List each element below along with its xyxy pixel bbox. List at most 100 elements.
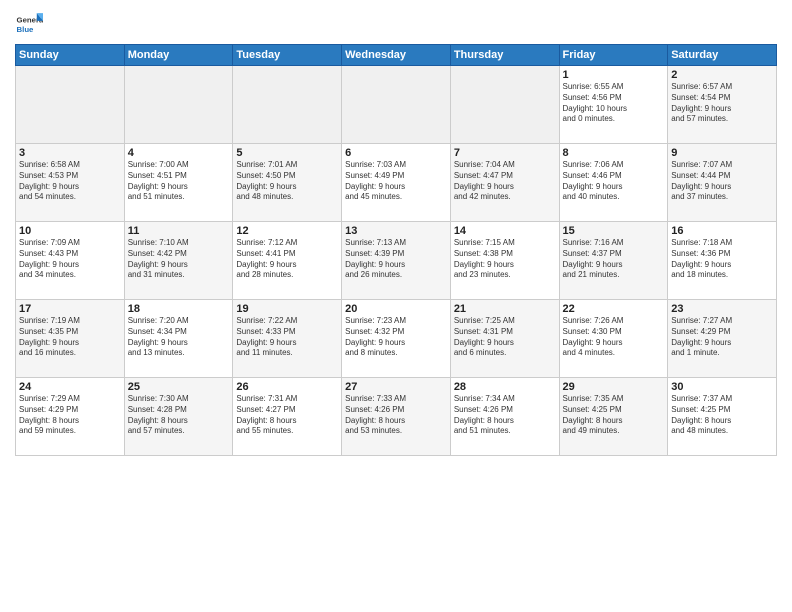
calendar-cell: 20Sunrise: 7:23 AM Sunset: 4:32 PM Dayli…	[342, 300, 451, 378]
weekday-header-tuesday: Tuesday	[233, 45, 342, 66]
day-number: 14	[454, 225, 556, 237]
day-number: 20	[345, 303, 447, 315]
weekday-header-monday: Monday	[124, 45, 233, 66]
day-info: Sunrise: 7:27 AM Sunset: 4:29 PM Dayligh…	[671, 316, 773, 359]
calendar-cell: 2Sunrise: 6:57 AM Sunset: 4:54 PM Daylig…	[668, 66, 777, 144]
calendar-table: SundayMondayTuesdayWednesdayThursdayFrid…	[15, 44, 777, 456]
calendar-cell: 16Sunrise: 7:18 AM Sunset: 4:36 PM Dayli…	[668, 222, 777, 300]
day-number: 26	[236, 381, 338, 393]
calendar-cell: 8Sunrise: 7:06 AM Sunset: 4:46 PM Daylig…	[559, 144, 668, 222]
calendar-cell: 1Sunrise: 6:55 AM Sunset: 4:56 PM Daylig…	[559, 66, 668, 144]
calendar-cell: 27Sunrise: 7:33 AM Sunset: 4:26 PM Dayli…	[342, 378, 451, 456]
calendar-cell	[450, 66, 559, 144]
day-number: 16	[671, 225, 773, 237]
day-number: 29	[563, 381, 665, 393]
calendar-cell: 23Sunrise: 7:27 AM Sunset: 4:29 PM Dayli…	[668, 300, 777, 378]
day-info: Sunrise: 7:09 AM Sunset: 4:43 PM Dayligh…	[19, 238, 121, 281]
calendar-cell	[342, 66, 451, 144]
day-info: Sunrise: 7:16 AM Sunset: 4:37 PM Dayligh…	[563, 238, 665, 281]
calendar-cell: 24Sunrise: 7:29 AM Sunset: 4:29 PM Dayli…	[16, 378, 125, 456]
day-info: Sunrise: 7:37 AM Sunset: 4:25 PM Dayligh…	[671, 394, 773, 437]
day-number: 8	[563, 147, 665, 159]
day-number: 28	[454, 381, 556, 393]
calendar-cell: 11Sunrise: 7:10 AM Sunset: 4:42 PM Dayli…	[124, 222, 233, 300]
day-number: 10	[19, 225, 121, 237]
calendar-cell	[124, 66, 233, 144]
weekday-header-row: SundayMondayTuesdayWednesdayThursdayFrid…	[16, 45, 777, 66]
calendar-cell: 19Sunrise: 7:22 AM Sunset: 4:33 PM Dayli…	[233, 300, 342, 378]
day-info: Sunrise: 7:22 AM Sunset: 4:33 PM Dayligh…	[236, 316, 338, 359]
calendar-cell: 29Sunrise: 7:35 AM Sunset: 4:25 PM Dayli…	[559, 378, 668, 456]
calendar-cell: 22Sunrise: 7:26 AM Sunset: 4:30 PM Dayli…	[559, 300, 668, 378]
calendar-cell: 4Sunrise: 7:00 AM Sunset: 4:51 PM Daylig…	[124, 144, 233, 222]
calendar-cell: 5Sunrise: 7:01 AM Sunset: 4:50 PM Daylig…	[233, 144, 342, 222]
calendar-week-3: 10Sunrise: 7:09 AM Sunset: 4:43 PM Dayli…	[16, 222, 777, 300]
day-info: Sunrise: 7:12 AM Sunset: 4:41 PM Dayligh…	[236, 238, 338, 281]
calendar-cell: 25Sunrise: 7:30 AM Sunset: 4:28 PM Dayli…	[124, 378, 233, 456]
logo: General Blue	[15, 10, 45, 38]
day-info: Sunrise: 7:13 AM Sunset: 4:39 PM Dayligh…	[345, 238, 447, 281]
calendar-week-4: 17Sunrise: 7:19 AM Sunset: 4:35 PM Dayli…	[16, 300, 777, 378]
calendar-cell: 15Sunrise: 7:16 AM Sunset: 4:37 PM Dayli…	[559, 222, 668, 300]
calendar-cell: 13Sunrise: 7:13 AM Sunset: 4:39 PM Dayli…	[342, 222, 451, 300]
day-number: 4	[128, 147, 230, 159]
calendar-cell	[233, 66, 342, 144]
day-info: Sunrise: 7:15 AM Sunset: 4:38 PM Dayligh…	[454, 238, 556, 281]
day-info: Sunrise: 7:20 AM Sunset: 4:34 PM Dayligh…	[128, 316, 230, 359]
day-info: Sunrise: 7:23 AM Sunset: 4:32 PM Dayligh…	[345, 316, 447, 359]
svg-text:Blue: Blue	[17, 25, 35, 34]
calendar-cell	[16, 66, 125, 144]
day-number: 12	[236, 225, 338, 237]
day-info: Sunrise: 6:58 AM Sunset: 4:53 PM Dayligh…	[19, 160, 121, 203]
day-number: 23	[671, 303, 773, 315]
day-info: Sunrise: 7:07 AM Sunset: 4:44 PM Dayligh…	[671, 160, 773, 203]
day-info: Sunrise: 7:30 AM Sunset: 4:28 PM Dayligh…	[128, 394, 230, 437]
weekday-header-saturday: Saturday	[668, 45, 777, 66]
weekday-header-wednesday: Wednesday	[342, 45, 451, 66]
calendar-cell: 18Sunrise: 7:20 AM Sunset: 4:34 PM Dayli…	[124, 300, 233, 378]
logo-icon: General Blue	[15, 10, 43, 38]
day-number: 15	[563, 225, 665, 237]
calendar-cell: 21Sunrise: 7:25 AM Sunset: 4:31 PM Dayli…	[450, 300, 559, 378]
calendar-cell: 26Sunrise: 7:31 AM Sunset: 4:27 PM Dayli…	[233, 378, 342, 456]
day-info: Sunrise: 7:34 AM Sunset: 4:26 PM Dayligh…	[454, 394, 556, 437]
calendar-cell: 14Sunrise: 7:15 AM Sunset: 4:38 PM Dayli…	[450, 222, 559, 300]
day-number: 24	[19, 381, 121, 393]
day-info: Sunrise: 7:29 AM Sunset: 4:29 PM Dayligh…	[19, 394, 121, 437]
day-number: 22	[563, 303, 665, 315]
day-number: 30	[671, 381, 773, 393]
weekday-header-sunday: Sunday	[16, 45, 125, 66]
day-info: Sunrise: 7:01 AM Sunset: 4:50 PM Dayligh…	[236, 160, 338, 203]
calendar-cell: 3Sunrise: 6:58 AM Sunset: 4:53 PM Daylig…	[16, 144, 125, 222]
calendar-week-1: 1Sunrise: 6:55 AM Sunset: 4:56 PM Daylig…	[16, 66, 777, 144]
calendar-cell: 30Sunrise: 7:37 AM Sunset: 4:25 PM Dayli…	[668, 378, 777, 456]
day-number: 7	[454, 147, 556, 159]
calendar-cell: 9Sunrise: 7:07 AM Sunset: 4:44 PM Daylig…	[668, 144, 777, 222]
weekday-header-friday: Friday	[559, 45, 668, 66]
day-number: 1	[563, 69, 665, 81]
day-number: 21	[454, 303, 556, 315]
day-number: 6	[345, 147, 447, 159]
day-info: Sunrise: 7:04 AM Sunset: 4:47 PM Dayligh…	[454, 160, 556, 203]
day-number: 9	[671, 147, 773, 159]
day-info: Sunrise: 7:18 AM Sunset: 4:36 PM Dayligh…	[671, 238, 773, 281]
day-number: 13	[345, 225, 447, 237]
day-number: 11	[128, 225, 230, 237]
day-number: 18	[128, 303, 230, 315]
calendar-week-2: 3Sunrise: 6:58 AM Sunset: 4:53 PM Daylig…	[16, 144, 777, 222]
day-info: Sunrise: 7:03 AM Sunset: 4:49 PM Dayligh…	[345, 160, 447, 203]
day-info: Sunrise: 7:33 AM Sunset: 4:26 PM Dayligh…	[345, 394, 447, 437]
day-info: Sunrise: 7:31 AM Sunset: 4:27 PM Dayligh…	[236, 394, 338, 437]
calendar-cell: 7Sunrise: 7:04 AM Sunset: 4:47 PM Daylig…	[450, 144, 559, 222]
day-info: Sunrise: 7:00 AM Sunset: 4:51 PM Dayligh…	[128, 160, 230, 203]
calendar-cell: 6Sunrise: 7:03 AM Sunset: 4:49 PM Daylig…	[342, 144, 451, 222]
header: General Blue	[15, 10, 777, 38]
day-info: Sunrise: 6:57 AM Sunset: 4:54 PM Dayligh…	[671, 82, 773, 125]
calendar-week-5: 24Sunrise: 7:29 AM Sunset: 4:29 PM Dayli…	[16, 378, 777, 456]
calendar-cell: 10Sunrise: 7:09 AM Sunset: 4:43 PM Dayli…	[16, 222, 125, 300]
day-info: Sunrise: 7:19 AM Sunset: 4:35 PM Dayligh…	[19, 316, 121, 359]
day-number: 19	[236, 303, 338, 315]
day-info: Sunrise: 7:06 AM Sunset: 4:46 PM Dayligh…	[563, 160, 665, 203]
day-number: 3	[19, 147, 121, 159]
day-info: Sunrise: 7:35 AM Sunset: 4:25 PM Dayligh…	[563, 394, 665, 437]
